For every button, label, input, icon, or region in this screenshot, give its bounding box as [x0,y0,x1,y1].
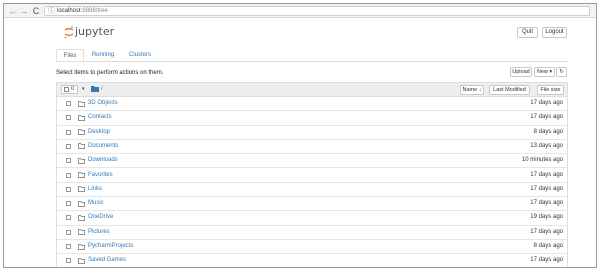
logout-button[interactable]: Logout [542,27,567,38]
file-name-link[interactable]: Links [88,185,102,194]
selection-instructions: Select items to perform actions on them. [56,70,164,76]
url-text: localhost:8888/tree [57,7,108,16]
list-item[interactable]: Contacts 17 days ago [57,111,567,126]
file-name-link[interactable]: Contacts [88,113,112,122]
file-name-link[interactable]: Saved Games [88,256,126,265]
last-modified: 17 days ago [530,200,563,207]
list-item[interactable]: Downloads 10 minutes ago [57,154,567,169]
browser-toolbar: ← → C ⓘ localhost:8888/tree [4,4,596,18]
row-checkbox[interactable] [66,229,71,235]
list-item[interactable]: Saved Games 17 days ago [57,254,567,267]
list-item[interactable]: Links 17 days ago [57,183,567,198]
folder-icon [78,243,85,250]
folder-icon [78,229,85,236]
last-modified: 8 days ago [533,243,563,249]
list-item[interactable]: PycharmProjects 8 days ago [57,240,567,255]
file-name-link[interactable]: Documents [88,142,118,151]
back-arrow-icon[interactable]: ← [8,6,18,16]
file-list: 0 ▾ / Name ↓ Last Modified File size 3D … [56,82,568,267]
row-checkbox[interactable] [66,101,71,106]
select-all-dropdown[interactable]: 0 [61,85,78,94]
last-modified: 8 days ago [533,128,563,135]
row-checkbox[interactable] [66,215,71,221]
folder-icon [78,186,85,193]
list-item[interactable]: Favorites 17 days ago [57,169,567,183]
selected-count: 0 [71,86,75,92]
tab-divider [56,61,568,62]
jupyter-logo-icon [64,26,74,39]
sort-by-name-button[interactable]: Name ↓ [460,85,484,95]
last-modified: 17 days ago [530,185,563,192]
select-all-checkbox[interactable] [64,87,69,92]
row-checkbox[interactable] [66,244,71,249]
folder-icon [78,129,85,135]
list-item[interactable]: 3D Objects 17 days ago [57,97,567,112]
new-dropdown-button[interactable]: New ▾ [534,67,555,77]
breadcrumb-root[interactable]: / [101,85,103,94]
folder-icon[interactable] [91,85,99,95]
row-checkbox[interactable] [66,143,71,149]
row-checkbox[interactable] [66,129,71,135]
row-checkbox[interactable] [66,172,71,178]
last-modified: 10 minutes ago [521,157,563,164]
reload-icon[interactable]: C [31,6,41,16]
refresh-icon[interactable]: ↻ [556,67,567,77]
folder-icon [78,258,85,264]
folder-icon [78,157,85,164]
last-modified: 17 days ago [530,228,563,235]
logo-text: jupyter [75,25,115,38]
last-modified: 17 days ago [530,114,563,121]
folder-icon [78,200,85,207]
site-info-icon[interactable]: ⓘ [48,7,55,16]
file-name-link[interactable]: Pictures [88,228,110,237]
last-modified: 17 days ago [530,171,563,178]
row-checkbox[interactable] [66,158,71,164]
file-name-link[interactable]: 3D Objects [88,99,118,108]
url-path: :8888/tree [80,8,108,14]
list-item[interactable]: Desktop 8 days ago [57,126,567,140]
file-name-link[interactable]: Downloads [88,156,118,165]
folder-icon [78,100,85,107]
last-modified: 17 days ago [530,257,563,264]
file-name-link[interactable]: Music [88,199,104,208]
file-list-header: 0 ▾ / Name ↓ Last Modified File size [57,83,567,97]
folder-icon [78,143,85,150]
url-host: localhost [57,8,81,14]
file-name-link[interactable]: OneDrive [88,213,113,222]
file-name-link[interactable]: Favorites [88,171,113,180]
file-name-link[interactable]: PycharmProjects [88,242,133,251]
list-item[interactable]: Music 17 days ago [57,197,567,212]
last-modified: 13 days ago [530,142,563,149]
folder-icon [78,115,85,121]
chevron-down-icon[interactable]: ▾ [82,85,85,94]
browser-window: ← → C ⓘ localhost:8888/tree jupyter Quit… [3,3,597,268]
folder-glyph [91,86,99,92]
list-item[interactable]: Documents 13 days ago [57,140,567,155]
last-modified: 17 days ago [530,100,563,106]
sort-by-last-modified-button[interactable]: Last Modified [489,85,530,95]
last-modified: 19 days ago [530,214,563,221]
folder-icon [78,172,85,178]
row-checkbox[interactable] [66,115,71,121]
sort-by-file-size-button[interactable]: File size [537,85,564,95]
row-checkbox[interactable] [66,186,71,192]
address-bar[interactable]: ⓘ localhost:8888/tree [44,6,590,16]
row-checkbox[interactable] [66,201,71,207]
upload-button[interactable]: Upload [510,67,532,77]
list-item[interactable]: Pictures 17 days ago [57,226,567,240]
jupyter-logo[interactable]: jupyter [64,25,124,39]
list-item[interactable]: OneDrive 19 days ago [57,211,567,226]
quit-button[interactable]: Quit [517,27,538,38]
row-checkbox[interactable] [66,258,71,264]
folder-icon [78,215,85,221]
forward-arrow-icon[interactable]: → [19,6,29,16]
file-name-link[interactable]: Desktop [88,128,110,137]
